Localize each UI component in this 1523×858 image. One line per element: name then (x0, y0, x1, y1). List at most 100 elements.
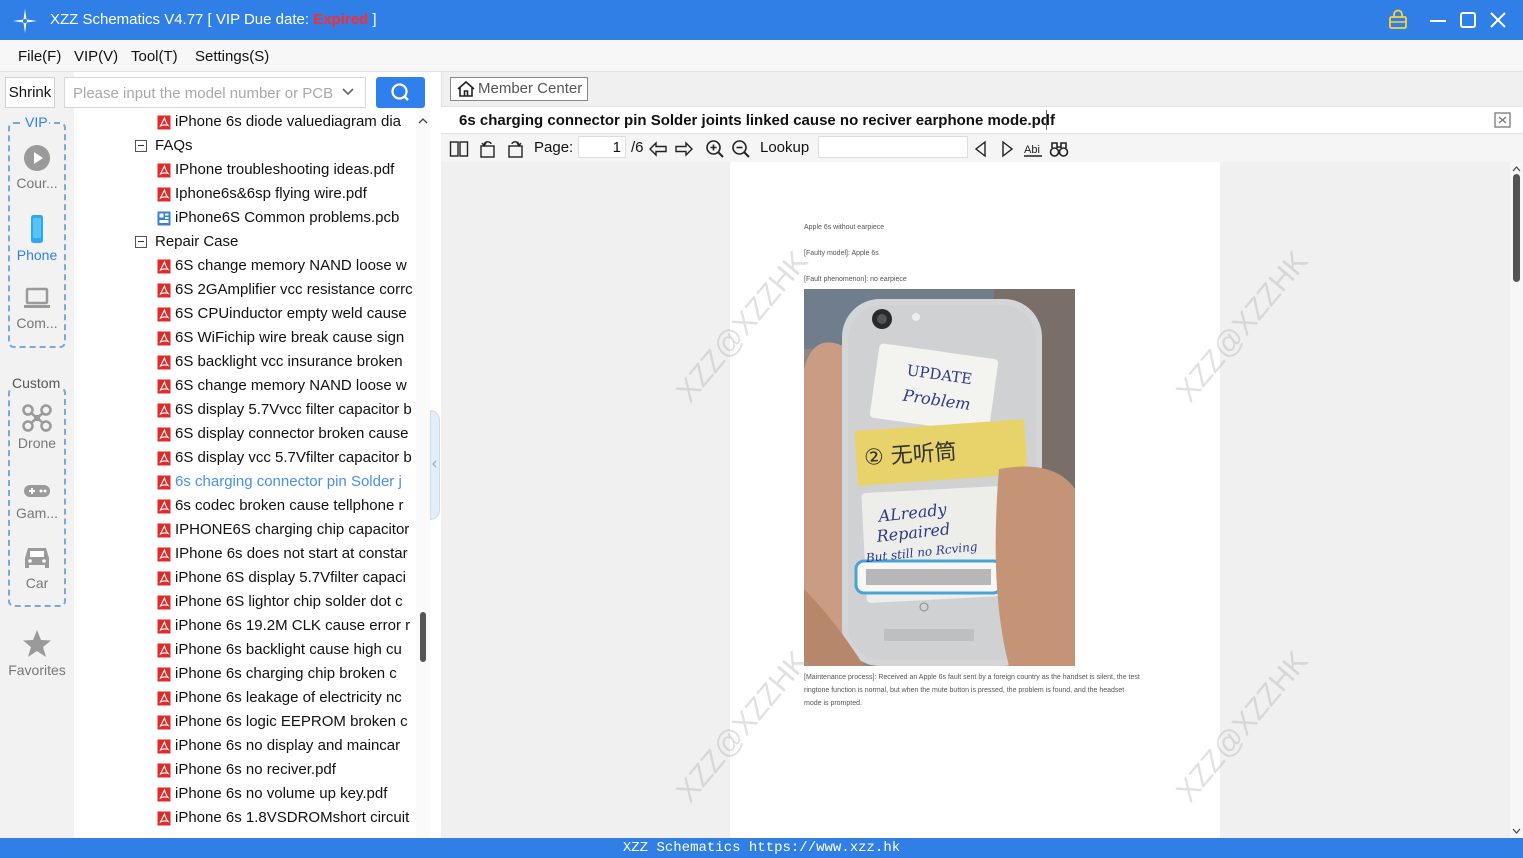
tree-file[interactable]: iPhone6S Common problems.pcb (74, 206, 416, 230)
nav-game-label: Gam... (15, 505, 58, 521)
tree-folder[interactable]: FAQs (74, 134, 416, 158)
match-case-icon[interactable]: Abi (1023, 139, 1043, 159)
page-text-line: Apple 6s without earpiece (804, 224, 885, 231)
tree-file[interactable]: iPhone 6s leakage of electricity nc (74, 686, 416, 710)
tree-scrollbar[interactable] (416, 110, 430, 838)
two-page-view-icon[interactable] (449, 139, 469, 159)
collapse-panel-handle[interactable] (430, 410, 440, 520)
tree-file[interactable]: 6S change memory NAND loose w (74, 374, 416, 398)
viewer-scroll-thumb[interactable] (1513, 174, 1520, 282)
tree-file[interactable]: iPhone 6s diode valuediagram dia (74, 110, 416, 134)
shrink-button[interactable]: Shrink (5, 77, 55, 108)
pdf-file-icon (157, 787, 171, 802)
tree-file[interactable]: iPhone 6s no volume up key.pdf (74, 782, 416, 806)
tree-file-label: iPhone 6s charging chip broken c (175, 665, 397, 682)
tree-file[interactable]: iPhone 6s charging chip broken c (74, 662, 416, 686)
menu-vip[interactable]: VIP(V) (74, 48, 118, 65)
tree-file[interactable]: 6S 2GAmplifier vcc resistance corrc (74, 278, 416, 302)
tree-file[interactable]: 6S change memory NAND loose w (74, 254, 416, 278)
nav-computer[interactable]: Com... (4, 286, 70, 331)
nav-favorites[interactable]: Favorites (4, 629, 70, 678)
process-line: [Maintenance process]: Received an Apple… (804, 674, 1140, 681)
nav-car[interactable]: Car (4, 544, 70, 591)
tree-file-label: iPhone 6s no display and maincar (175, 737, 401, 754)
tree-file[interactable]: iPhone 6S lightor chip solder dot c (74, 590, 416, 614)
tree-file-label: IPHONE6S charging chip capacitor (175, 521, 410, 538)
tree-file[interactable]: Iphone6s&6sp flying wire.pdf (74, 182, 416, 206)
close-document-icon[interactable] (1493, 111, 1513, 129)
nav-game[interactable]: Gam... (4, 480, 70, 521)
nav-drone[interactable]: Drone (4, 404, 70, 451)
tree-file[interactable]: iPhone 6s logic EEPROM broken c (74, 710, 416, 734)
tree-file[interactable]: iPhone 6s backlight cause high cu (74, 638, 416, 662)
collapse-toggle-icon[interactable] (135, 140, 147, 152)
nav-phone[interactable]: Phone (4, 214, 70, 263)
lookup-input[interactable] (818, 136, 968, 158)
tree-file[interactable]: iPhone 6s 1.8VSDROMshort circuit (74, 806, 416, 830)
tree-file[interactable]: iPhone 6s no display and maincar (74, 734, 416, 758)
rotate-right-icon[interactable] (505, 139, 525, 159)
phone-icon (31, 215, 43, 243)
menu-tool[interactable]: Tool(T) (131, 48, 178, 65)
maximize-icon[interactable] (1456, 8, 1480, 32)
menu-file[interactable]: File(F) (18, 48, 61, 65)
tree-file[interactable]: iPhone 6S display 5.7Vfilter capaci (74, 566, 416, 590)
menu-bar: File(F) VIP(V) Tool(T) Settings(S) (0, 40, 1523, 72)
tree-file[interactable]: 6S WiFichip wire break cause sign (74, 326, 416, 350)
close-icon[interactable] (1486, 8, 1510, 32)
nav-course[interactable]: Cour... (4, 144, 70, 191)
tree-file[interactable]: IPhone troubleshooting ideas.pdf (74, 158, 416, 182)
tree-file[interactable]: iPhone 6s 19.2M CLK cause error r (74, 614, 416, 638)
pdf-file-icon (157, 811, 171, 826)
minimize-icon[interactable] (1426, 8, 1450, 32)
viewer-scrollbar[interactable] (1510, 162, 1523, 838)
document-tab[interactable]: 6s charging connector pin Solder joints … (459, 112, 1055, 129)
previous-page-icon[interactable] (648, 139, 668, 159)
tree-file[interactable]: IPhone 6s does not start at constar (74, 542, 416, 566)
tree-scroll-thumb[interactable] (420, 612, 426, 662)
menu-settings[interactable]: Settings(S) (195, 48, 269, 65)
tree-file[interactable]: 6S display vcc 5.7Vfilter capacitor b (74, 446, 416, 470)
model-search-input[interactable] (73, 83, 335, 103)
tree-file-label: 6S CPUinductor empty weld cause (175, 305, 407, 322)
search-button[interactable] (376, 77, 425, 108)
zoom-out-icon[interactable] (731, 139, 751, 159)
pdf-file-icon (157, 739, 171, 754)
tree-file[interactable]: 6S CPUinductor empty weld cause (74, 302, 416, 326)
zoom-in-icon[interactable] (705, 139, 725, 159)
tree-folder[interactable]: Repair Case (74, 230, 416, 254)
vip-group-label: VIP (24, 114, 49, 130)
find-all-binoculars-icon[interactable] (1049, 139, 1069, 159)
maintenance-process-text: [Maintenance process]: Received an Apple… (804, 671, 1154, 710)
rotate-left-icon[interactable] (478, 139, 498, 159)
member-center-label: Member Center (478, 80, 583, 97)
pdf-file-icon (157, 571, 171, 586)
lock-icon[interactable] (1386, 8, 1410, 32)
tree-file[interactable]: IPHONE6S charging chip capacitor (74, 518, 416, 542)
pdf-file-icon (157, 475, 171, 490)
tree-file[interactable]: 6S display connector broken cause (74, 422, 416, 446)
collapse-toggle-icon[interactable] (135, 236, 147, 248)
next-page-icon[interactable] (674, 139, 694, 159)
pdf-file-icon (157, 643, 171, 658)
scroll-down-icon[interactable] (1510, 826, 1523, 836)
pdf-file-icon (157, 451, 171, 466)
tree-file-selected[interactable]: 6s charging connector pin Solder j (74, 470, 416, 494)
tree-file-label: iPhone 6s no reciver.pdf (175, 761, 336, 778)
pdf-file-icon (157, 547, 171, 562)
find-previous-icon[interactable] (971, 139, 991, 159)
scroll-up-icon[interactable] (1510, 164, 1523, 174)
tree-file[interactable]: 6S display 5.7Vvcc filter capacitor b (74, 398, 416, 422)
vip-expired-status: Expired (313, 11, 369, 28)
tree-file[interactable]: iPhone 6s no reciver.pdf (74, 758, 416, 782)
chevron-down-icon[interactable] (341, 85, 355, 99)
member-center-button[interactable]: Member Center (450, 77, 588, 101)
scroll-up-icon[interactable] (416, 114, 430, 128)
title-bar: XZZ Schematics V4.77 [ VIP Due date: Exp… (0, 0, 1523, 40)
page-number-input[interactable] (578, 136, 626, 158)
tree-file[interactable]: 6S backlight vcc insurance broken (74, 350, 416, 374)
nav-computer-label: Com... (16, 315, 58, 331)
tree-file-label: iPhone 6S display 5.7Vfilter capaci (175, 569, 406, 586)
tree-file[interactable]: 6s codec broken cause tellphone r (74, 494, 416, 518)
find-next-icon[interactable] (997, 139, 1017, 159)
